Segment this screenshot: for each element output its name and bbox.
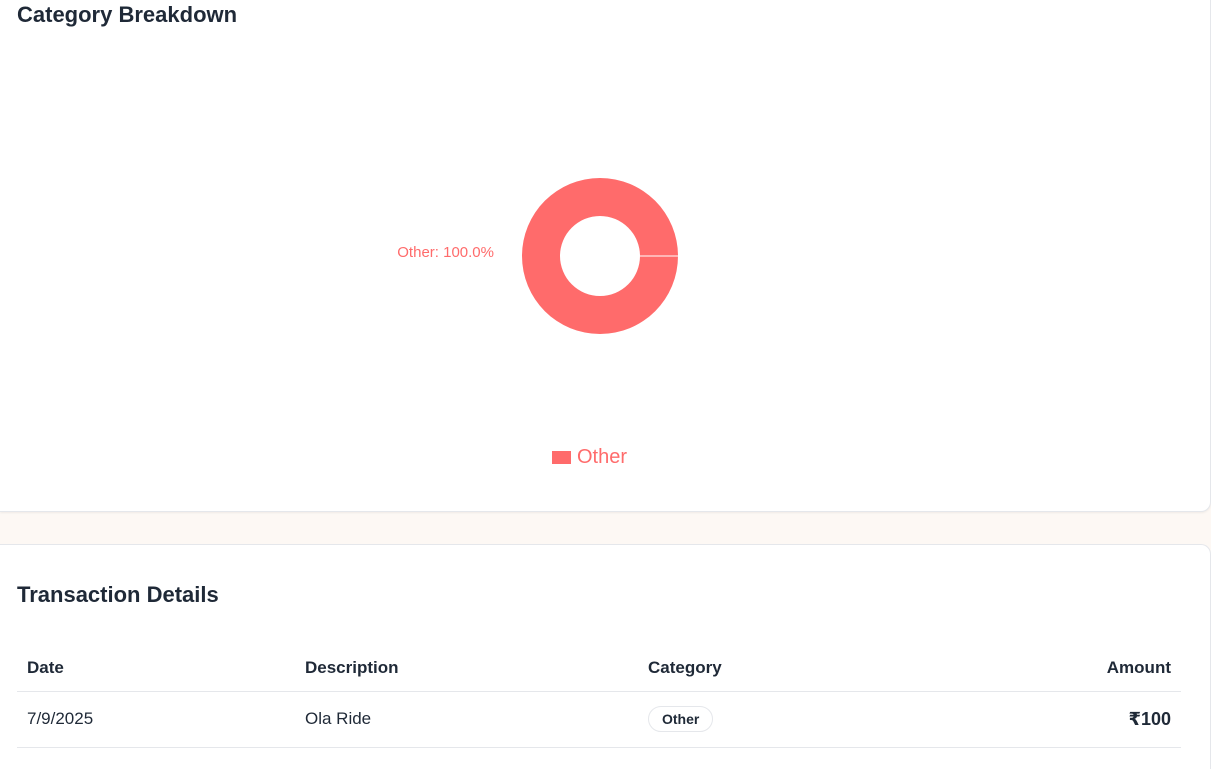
table-header-row: Date Description Category Amount xyxy=(17,644,1181,692)
donut-chart: Other: 100.0% xyxy=(397,177,679,335)
column-header-description: Description xyxy=(295,644,638,692)
chart-legend[interactable]: Other xyxy=(552,446,627,469)
transactions-table: Date Description Category Amount 7/9/202… xyxy=(17,644,1181,748)
transaction-details-title: Transaction Details xyxy=(17,582,219,607)
table-row: 7/9/2025 Ola Ride Other ₹100 xyxy=(17,691,1181,748)
legend-label-other: Other xyxy=(577,446,628,468)
transaction-category-cell: Other xyxy=(638,691,1008,748)
slice-data-label: Other: 100.0% xyxy=(397,244,494,261)
column-header-date: Date xyxy=(17,644,295,692)
transaction-description: Ola Ride xyxy=(295,691,638,748)
transaction-details-card: Transaction Details Date Description Cat… xyxy=(0,544,1211,769)
column-header-category: Category xyxy=(638,644,1008,692)
transaction-date: 7/9/2025 xyxy=(17,691,295,748)
category-breakdown-card: Category Breakdown Other: 100.0% Other xyxy=(0,0,1211,512)
legend-swatch-other xyxy=(552,451,571,464)
category-badge: Other xyxy=(648,706,714,732)
transaction-amount: ₹100 xyxy=(1008,691,1181,748)
column-header-amount: Amount xyxy=(1008,644,1181,692)
